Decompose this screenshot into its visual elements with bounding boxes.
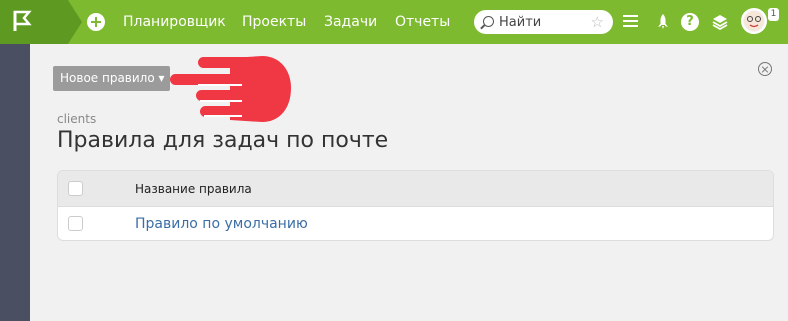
nav-tasks[interactable]: Задачи [324,13,377,31]
row-checkbox[interactable] [68,216,83,231]
flag-icon [13,10,32,31]
rule-link[interactable]: Правило по умолчанию [135,216,308,232]
menu-icon[interactable] [621,12,641,32]
logo[interactable] [0,0,68,44]
help-icon[interactable]: ? [681,13,699,31]
rocket-icon[interactable] [653,12,673,32]
pointing-hand-icon [170,56,291,122]
column-header-name: Название правила [135,182,252,196]
star-icon[interactable]: ☆ [591,13,604,31]
table-header: Название правила [58,171,773,207]
nav-planner[interactable]: Планировщик [123,13,226,31]
table-row: Правило по умолчанию [58,207,773,240]
layers-icon[interactable] [710,12,730,32]
top-bar: Планировщик Проекты Задачи Отчеты ☆ ? [0,0,788,44]
avatar[interactable] [741,8,767,34]
select-all-checkbox[interactable] [68,181,83,196]
page-title: Правила для задач по почте [57,128,389,153]
close-icon[interactable] [758,62,772,76]
add-icon[interactable] [87,13,105,31]
rules-table: Название правила Правило по умолчанию [57,170,774,241]
search-icon [483,16,494,27]
search-input[interactable] [499,13,584,31]
nav-projects[interactable]: Проекты [242,13,306,31]
main-content: Новое правило ▾ clients Правила для зада… [30,44,788,321]
notification-badge: 1 [768,8,779,21]
search-box: ☆ [474,10,613,34]
logo-arrow [68,0,82,44]
project-name: clients [57,112,97,126]
nav-reports[interactable]: Отчеты [395,13,450,31]
new-rule-button[interactable]: Новое правило ▾ [53,66,170,91]
left-rail [0,44,30,321]
